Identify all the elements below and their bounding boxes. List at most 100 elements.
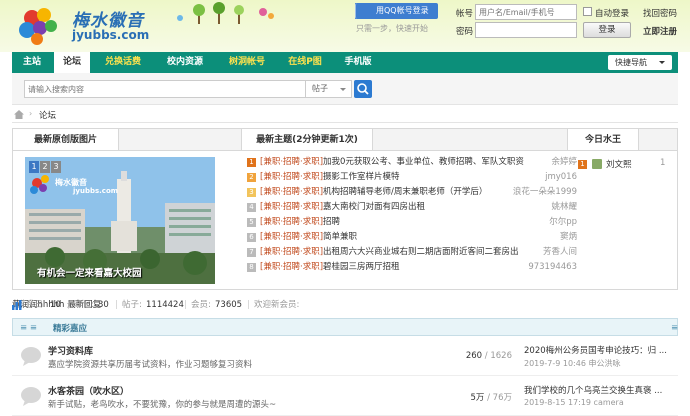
list-item[interactable]: 8 [兼职·招聘·求职] 碧桂园三房两厅招租 973194463 — [247, 260, 577, 275]
logo-domain: jyubbs.com — [72, 28, 150, 42]
qq-login-hint: 只需一步，快速开始 — [356, 24, 428, 33]
list-item[interactable]: 3 [兼职·招聘·求职] 机构招聘辅导老师/周末兼职老师（开学后） 浪花一朵朵1999 — [247, 185, 577, 200]
list-item[interactable]: 2 [兼职·招聘·求职] 摄影工作室样片模特 jmy016 — [247, 170, 577, 185]
trees-icon — [177, 2, 274, 24]
forum-desc: 新手试贴，老鸟吹水，不要犹豫，你的参与就是周遭的源头~ — [48, 400, 277, 410]
thread-rank: 7 — [247, 248, 256, 257]
thread-tag[interactable]: [兼职·招聘·求职] — [260, 245, 323, 260]
forum-topics: 5万 — [470, 393, 485, 403]
thread-tag[interactable]: [兼职·招聘·求职] — [260, 155, 323, 170]
thread-tag[interactable]: [兼职·招聘·求职] — [260, 185, 323, 200]
stat-posts-label: 帖子: — [122, 300, 142, 310]
avatar[interactable] — [592, 159, 602, 169]
qq-login-button[interactable]: 用QQ帐号登录 — [356, 3, 438, 19]
thread-title[interactable]: 出租周六大兴商业城右则二期店面附近客间二套房出 — [323, 245, 519, 260]
portal-block: 最新原创版图片 最新主题(2分钟更新1次) 今日水王 梅水徽音 jyubbs.c… — [12, 128, 678, 290]
thread-author[interactable]: 尔尔pp — [549, 215, 577, 230]
list-item[interactable]: 6 [兼职·招聘·求职] 简单兼职 窦炳 — [247, 230, 577, 245]
thread-title[interactable]: 招聘 — [323, 215, 340, 230]
thread-title[interactable]: 机构招聘辅导老师/周末兼职老师（开学后） — [323, 185, 487, 200]
forum-name[interactable]: 学习资料库 — [48, 344, 93, 357]
stat-today-label: 今日: — [26, 300, 46, 310]
nav-item-forum[interactable]: 论坛 — [54, 52, 90, 73]
forum-last-post[interactable]: 2020梅州公务员国考申论技巧：归 ... — [524, 344, 667, 356]
forum-counts: 260 / 1626 — [465, 351, 512, 361]
stat-divider: | — [247, 300, 250, 310]
list-item[interactable]: 7 [兼职·招聘·求职] 出租周六大兴商业城右则二期店面附近客间二套房出 芳香人间 — [247, 245, 577, 260]
nav-item-redeem[interactable]: 兑换话费 — [94, 52, 152, 73]
king-name[interactable]: 刘文熙 — [606, 158, 632, 170]
thread-author[interactable]: 余婷婷 — [551, 155, 577, 170]
thread-rank: 4 — [247, 203, 256, 212]
list-item[interactable]: 5 [兼职·招聘·求职] 招聘 尔尔pp — [247, 215, 577, 230]
site-logo[interactable]: 梅水徽音 jyubbs.com — [18, 2, 158, 48]
auto-login-checkbox[interactable] — [583, 7, 592, 16]
thread-title[interactable]: 摄影工作室样片模特 — [323, 170, 400, 185]
thread-author[interactable]: 973194463 — [528, 260, 577, 275]
category-header[interactable]: ≡ ≡ 精彩嘉应 ≡ — [12, 318, 678, 336]
search-button[interactable] — [354, 80, 372, 98]
password-label: 密码 — [456, 27, 474, 37]
slide-logo-en: jyubbs.com — [73, 187, 119, 195]
forum-name[interactable]: 水客茶园（吹水区） — [48, 384, 129, 397]
thread-tag[interactable]: [兼职·招聘·求职] — [260, 260, 323, 275]
flower-logo-icon — [19, 8, 57, 45]
search-type-select[interactable]: 帖子 — [306, 80, 352, 98]
nav-item-mobile[interactable]: 手机版 — [334, 52, 382, 73]
king-rank: 1 — [578, 160, 587, 169]
search-input[interactable] — [24, 80, 306, 98]
thread-title[interactable]: 简单兼职 — [323, 230, 357, 245]
stat-divider: | — [115, 300, 118, 310]
photos-title: 最新原创版图片 — [13, 129, 119, 151]
slide-dot-2[interactable]: 2 — [40, 161, 50, 173]
forum-counts: 5万 / 76万 — [470, 393, 512, 403]
thread-author[interactable]: 芳香人间 — [543, 245, 577, 260]
king-title: 今日水王 — [567, 129, 639, 151]
thread-tag[interactable]: [兼职·招聘·求职] — [260, 230, 323, 245]
find-password-link[interactable]: 找回密码 — [643, 7, 677, 19]
site-header: 梅水徽音 jyubbs.com 用QQ帐号登录 只需一步，快速开始 帐号 密码 … — [0, 0, 690, 52]
search-bar: 帖子 — [12, 73, 678, 105]
quick-nav-dropdown[interactable]: 快捷导航 — [608, 55, 672, 70]
list-item[interactable]: 4 [兼职·招聘·求职] 嘉大南校门对面有四房出租 姚林耀 — [247, 200, 577, 215]
collapse-icon[interactable]: ≡ — [671, 323, 678, 333]
nav-item-photo-editor[interactable]: 在线P图 — [278, 52, 332, 73]
thread-author[interactable]: 姚林耀 — [551, 200, 577, 215]
password-input[interactable] — [475, 22, 577, 38]
nav-item-main-site[interactable]: 主站 — [12, 52, 52, 73]
king-count: 1 — [660, 158, 666, 168]
breadcrumb: › 论坛 — [12, 107, 678, 123]
category-title[interactable]: 精彩嘉应 — [53, 322, 87, 334]
thread-author[interactable]: 浪花一朵朵1999 — [513, 185, 577, 200]
thread-tag[interactable]: [兼职·招聘·求职] — [260, 170, 323, 185]
nav-item-campus-resources[interactable]: 校内资源 — [156, 52, 214, 73]
stat-posts: 1114424 — [146, 300, 184, 310]
slide-dot-1[interactable]: 1 — [29, 161, 39, 173]
register-link[interactable]: 立即注册 — [643, 25, 677, 37]
forum-topics: 260 — [465, 351, 483, 361]
login-button[interactable]: 登录 — [583, 22, 631, 38]
slide-dot-3[interactable]: 3 — [51, 161, 61, 173]
thread-author[interactable]: 窦炳 — [560, 230, 577, 245]
threads-title: 最新主题(2分钟更新1次) — [241, 129, 373, 151]
forum-last-meta: 2019-7-9 10:46 申公洪咏 — [524, 359, 621, 368]
thread-title[interactable]: 嘉大南校门对面有四房出租 — [323, 200, 425, 215]
thread-rank: 6 — [247, 233, 256, 242]
forum-last-post[interactable]: 我们学校的几个乌亮兰交换生真褒 ... — [524, 384, 662, 396]
stat-yesterday: 30 — [98, 300, 109, 310]
account-input[interactable] — [475, 4, 577, 20]
campus-slideshow[interactable]: 梅水徽音 jyubbs.com 1 2 3 有机会一定来看嘉大校园 — [25, 157, 215, 284]
menu-lines-icon: ≡ ≡ — [20, 323, 37, 333]
home-icon[interactable] — [14, 110, 24, 119]
breadcrumb-current[interactable]: 论坛 — [39, 109, 56, 121]
stat-divider: | — [67, 300, 70, 310]
thread-title[interactable]: 碧桂园三房两厅招租 — [323, 260, 400, 275]
list-item[interactable]: 1 [兼职·招聘·求职] 加我0元获取公考、事业单位、教师招聘、军队文职资 余婷婷 — [247, 155, 577, 170]
thread-tag[interactable]: [兼职·招聘·求职] — [260, 215, 323, 230]
thread-title[interactable]: 加我0元获取公考、事业单位、教师招聘、军队文职资 — [323, 155, 524, 170]
thread-author[interactable]: jmy016 — [545, 170, 577, 185]
latest-threads-list: 1 [兼职·招聘·求职] 加我0元获取公考、事业单位、教师招聘、军队文职资 余婷婷 2… — [247, 155, 577, 275]
thread-tag[interactable]: [兼职·招聘·求职] — [260, 200, 323, 215]
forum-posts: 76万 — [492, 393, 512, 403]
nav-item-treehole[interactable]: 树洞帐号 — [218, 52, 276, 73]
